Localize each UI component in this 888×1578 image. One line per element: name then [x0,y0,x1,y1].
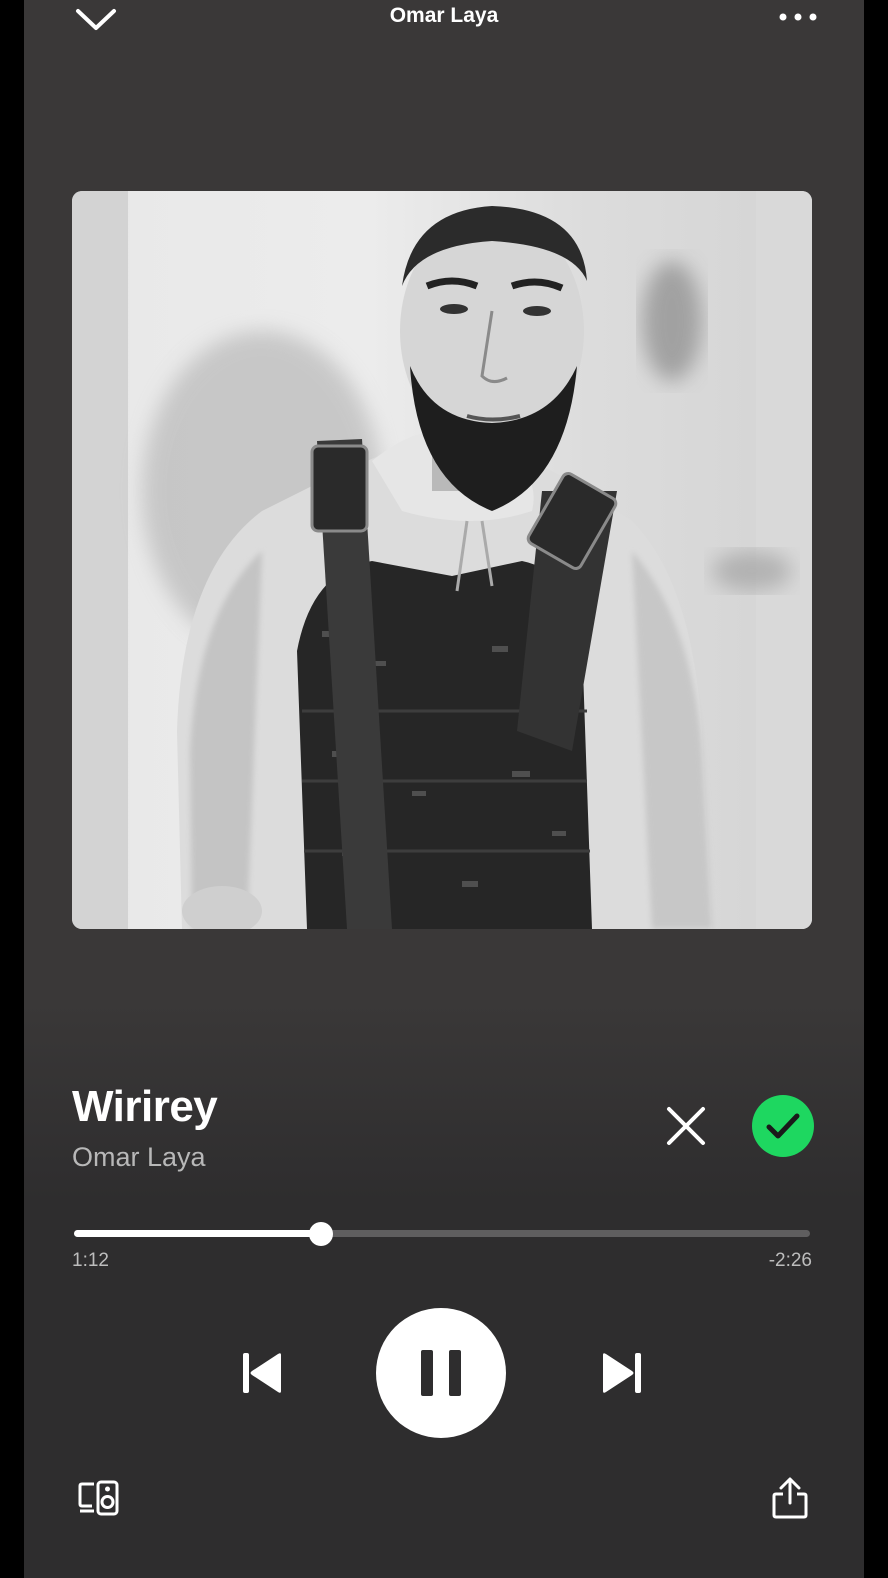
playback-progress-slider[interactable] [74,1222,810,1246]
play-pause-button[interactable] [376,1308,506,1438]
pause-icon [421,1350,461,1396]
close-icon [667,1107,705,1145]
header-title: Omar Laya [389,4,499,27]
share-icon [772,1477,808,1519]
liked-button[interactable] [752,1095,814,1157]
skip-next-icon [603,1353,641,1393]
track-artist[interactable]: Omar Laya [72,1142,206,1173]
share-button[interactable] [768,1476,812,1520]
connect-devices-icon [78,1480,119,1516]
check-icon [766,1113,800,1139]
more-horizontal-icon [779,13,817,21]
progress-fill [74,1230,321,1237]
next-track-button[interactable] [598,1348,648,1398]
artwork-portrait [72,191,812,929]
more-options-button[interactable] [772,0,824,34]
progress-thumb[interactable] [308,1222,333,1246]
track-title: Wirirey [72,1082,218,1131]
remaining-time: -2:26 [768,1250,812,1271]
progress-track [74,1230,810,1237]
top-bar: Omar Laya [24,0,864,40]
connect-devices-button[interactable] [76,1476,122,1520]
skip-previous-icon [243,1353,281,1393]
elapsed-time: 1:12 [72,1250,109,1271]
hide-song-button[interactable] [660,1100,712,1152]
now-playing-screen: Omar Laya Wirirey Omar Laya 1:12 -2:26 [24,0,864,1578]
previous-track-button[interactable] [236,1348,286,1398]
album-artwork [72,191,812,929]
